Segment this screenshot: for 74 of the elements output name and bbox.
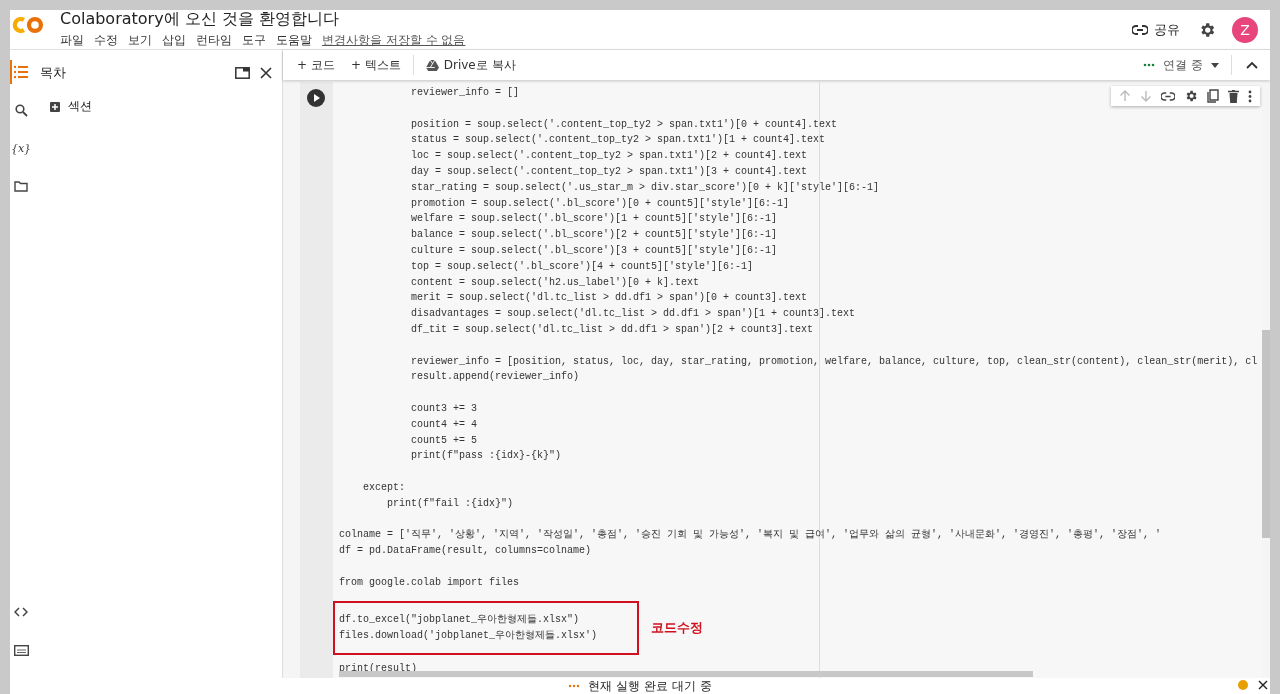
dots-icon — [568, 684, 581, 688]
code-line: count5 += 5 — [410, 433, 478, 448]
settings-icon[interactable] — [1184, 89, 1198, 103]
avatar[interactable]: Z — [1232, 16, 1258, 43]
menu-item[interactable]: 보기 — [128, 31, 152, 49]
code-line: df.to_excel("jobplanet_우아한형제들.xlsx") — [339, 613, 580, 628]
vertical-scrollbar[interactable] — [1262, 330, 1270, 538]
status-dot-icon — [1238, 680, 1248, 690]
code-line: colname = ['직무', '상황', '지역', '작성일', '총점', '승진 기회 및 가능성', '복지 및 급여', '업무와 삶의 균형', '사내문화', '경영진', '총평', '장점', ' — [339, 528, 1162, 543]
collapse-icon[interactable] — [1246, 61, 1258, 69]
code-line: content = soup.select('h2.us_label')[0 + k].text — [410, 275, 700, 290]
menu-item[interactable]: 도움말 — [276, 31, 312, 49]
link-icon[interactable] — [1161, 91, 1175, 101]
folder-icon — [14, 180, 28, 192]
copy-to-drive-button[interactable]: Drive로 복사 — [421, 54, 520, 76]
trash-icon[interactable] — [1228, 89, 1239, 103]
code-line: reviewer_info = [position, status, loc, day, star_rating, promotion, welfare, balance, culture, top, clean_str(content), clean_str(merit), cl — [410, 354, 1258, 369]
variables-tab[interactable]: {x} — [10, 136, 30, 160]
dots-icon — [1143, 63, 1156, 67]
code-line: except: — [362, 480, 405, 495]
code-line: loc = soup.select('.content_top_ty2 > span.txt1')[2 + count4].text — [410, 149, 808, 164]
annotation-label: 코드수정 — [651, 619, 704, 638]
code-line: day = soup.select('.content_top_ty2 > span.txt1')[3 + count4].text — [410, 165, 808, 179]
more-icon[interactable] — [1248, 89, 1252, 103]
status-text: 현재 실행 완료 대기 중 — [588, 677, 712, 694]
toc-title: 목차 — [40, 64, 67, 82]
code-line: print(result) — [339, 661, 417, 676]
code-line: promotion = soup.select('.bl_score')[0 + count5]['style'][6:-1] — [410, 196, 790, 211]
close-icon[interactable] — [1258, 680, 1268, 690]
code-line: top = soup.select('.bl_score')[4 + count5]['style'][6:-1] — [410, 259, 754, 274]
code-line: df = pd.DataFrame(result, columns=colname) — [339, 544, 592, 559]
code-line: balance = soup.select('.bl_score')[2 + count5]['style'][6:-1] — [410, 228, 778, 243]
code-line: print(f"fail :{idx}") — [386, 496, 514, 511]
notebook-title[interactable]: Colaboratory에 오신 것을 환영합니다 — [60, 10, 466, 30]
code-line: star_rating = soup.select('.us_star_m > div.star_score')[0 + k]['style'][6:-1] — [410, 180, 880, 195]
list-icon — [14, 66, 28, 78]
code-line: count4 += 4 — [410, 417, 478, 432]
search-icon — [14, 103, 28, 117]
code-line: count3 += 3 — [410, 401, 478, 416]
menu-item[interactable]: 도구 — [242, 31, 266, 49]
code-line: reviewer_info = [] — [410, 86, 520, 100]
window-icon[interactable] — [235, 67, 250, 79]
add-code-button[interactable]: + 코드 — [293, 54, 339, 76]
horizontal-scrollbar[interactable] — [339, 671, 1033, 677]
code-line: merit = soup.select('dl.tc_list > dd.df1 > span')[0 + count3].text — [410, 291, 808, 306]
code-line: print(f"pass :{idx}-{k}") — [410, 449, 562, 464]
add-text-button[interactable]: + 텍스트 — [346, 54, 405, 76]
link-icon — [1132, 24, 1148, 35]
code-line: result.append(reviewer_info) — [410, 370, 580, 385]
menu-item[interactable]: 런타임 — [196, 31, 232, 49]
menu-item[interactable]: 파일 — [60, 31, 84, 49]
menu-item[interactable]: 삽입 — [162, 31, 186, 49]
close-icon[interactable] — [260, 67, 272, 79]
code-line: df_tit = soup.select('dl.tc_list > dd.df1 > span')[2 + count3].text — [410, 322, 814, 337]
code-line: position = soup.select('.content_top_ty2 > span.txt1')[0 + count4].text — [410, 117, 838, 132]
drive-icon — [425, 59, 439, 71]
section-item[interactable]: 섹션 — [68, 98, 92, 115]
caret-icon — [1211, 62, 1219, 68]
code-line: culture = soup.select('.bl_score')[3 + count5]['style'][6:-1] — [410, 243, 778, 258]
mirror-cell-icon[interactable] — [1207, 89, 1219, 103]
save-notice-link[interactable]: 변경사항을 저장할 수 없음 — [322, 31, 466, 49]
share-button[interactable]: 공유 — [1130, 18, 1182, 41]
runtime-status-button[interactable]: 연결 중 — [1139, 54, 1223, 76]
code-icon[interactable] — [14, 607, 28, 617]
code-line: welfare = soup.select('.bl_score')[1 + count5]['style'][6:-1] — [410, 212, 778, 227]
code-line: disadvantages = soup.select('dl.tc_list > dd.df1 > span')[1 + count3].text — [410, 307, 856, 322]
terminal-icon[interactable] — [13, 644, 29, 656]
run-cell-icon[interactable] — [307, 89, 325, 107]
code-line: files.download('jobplanet_우아한형제들.xlsx') — [339, 629, 598, 644]
code-line: from google.colab import files — [339, 575, 520, 590]
menu-item[interactable]: 수정 — [94, 31, 118, 49]
toc-tab[interactable] — [10, 60, 30, 84]
add-section-icon[interactable] — [50, 101, 60, 112]
code-line: status = soup.select('.content_top_ty2 > span.txt1')[1 + count4].text — [410, 133, 826, 148]
